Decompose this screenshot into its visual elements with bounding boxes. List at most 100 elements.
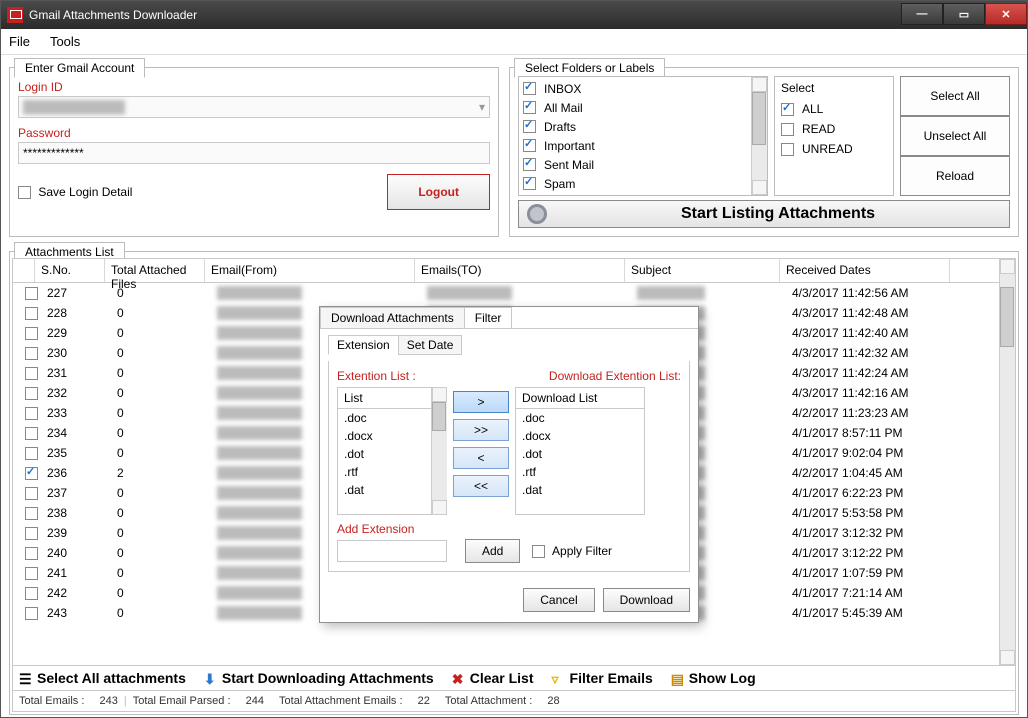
row-checkbox[interactable] [25, 487, 38, 500]
window-title: Gmail Attachments Downloader [29, 8, 197, 22]
row-checkbox[interactable] [25, 447, 38, 460]
start-listing-button[interactable]: Start Listing Attachments [518, 200, 1010, 228]
filter-emails-button[interactable]: ▿ Filter Emails [552, 670, 653, 686]
grid-scrollbar[interactable] [999, 259, 1015, 665]
move-all-left-button[interactable]: << [453, 475, 509, 497]
folder-list[interactable]: INBOXAll MailDraftsImportantSent MailSpa… [518, 76, 768, 196]
unselect-all-button[interactable]: Unselect All [900, 116, 1010, 156]
tab-download-attachments[interactable]: Download Attachments [320, 307, 465, 328]
row-checkbox[interactable] [25, 367, 38, 380]
scroll-up-icon[interactable] [752, 77, 767, 92]
subtab-set-date[interactable]: Set Date [398, 335, 463, 355]
menu-tools[interactable]: Tools [50, 34, 80, 49]
grid-header-row: S.No. Total Attached Files Email(From) E… [13, 259, 1015, 283]
login-id-dropdown[interactable]: ████████████ ▾ [18, 96, 490, 118]
list-item[interactable]: .docx [516, 427, 644, 445]
app-window: Gmail Attachments Downloader — ▭ ✕ File … [0, 0, 1028, 718]
select-item[interactable]: UNREAD [781, 139, 887, 159]
scroll-down-icon[interactable] [752, 180, 767, 195]
folder-item[interactable]: Sent Mail [523, 155, 763, 174]
row-checkbox[interactable] [25, 407, 38, 420]
row-checkbox[interactable] [25, 307, 38, 320]
folder-item[interactable]: INBOX [523, 79, 763, 98]
checkbox-icon [18, 186, 31, 199]
col-to[interactable]: Emails(TO) [415, 259, 625, 282]
subtab-extension[interactable]: Extension [328, 335, 399, 355]
list-item[interactable]: .dat [338, 481, 446, 499]
checkbox-icon [781, 103, 794, 116]
login-id-value: ████████████ [23, 100, 125, 114]
row-checkbox[interactable] [25, 507, 38, 520]
folder-item[interactable]: Important [523, 136, 763, 155]
folder-item[interactable]: All Mail [523, 98, 763, 117]
row-checkbox[interactable] [25, 567, 38, 580]
app-icon [7, 7, 23, 23]
show-log-button[interactable]: ▤ Show Log [671, 670, 756, 686]
row-checkbox[interactable] [25, 327, 38, 340]
row-checkbox[interactable] [25, 607, 38, 620]
row-checkbox[interactable] [25, 547, 38, 560]
move-left-button[interactable]: < [453, 447, 509, 469]
extension-list-label: Extention List : [337, 369, 416, 383]
select-item[interactable]: READ [781, 119, 887, 139]
col-count[interactable]: Total Attached Files [105, 259, 205, 282]
list-item[interactable]: .rtf [338, 463, 446, 481]
row-checkbox[interactable] [25, 467, 38, 480]
list-item[interactable]: .dat [516, 481, 644, 499]
list-item[interactable]: .rtf [516, 463, 644, 481]
apply-filter-checkbox[interactable]: Apply Filter [532, 544, 612, 558]
select-all-attachments-button[interactable]: ☰ Select All attachments [19, 670, 186, 686]
scroll-down-icon[interactable] [1000, 650, 1015, 665]
maximize-button[interactable]: ▭ [943, 3, 985, 25]
select-all-button[interactable]: Select All [900, 76, 1010, 116]
table-row[interactable]: 2270████████████████████████████4/3/2017… [13, 283, 999, 303]
move-right-button[interactable]: > [453, 391, 509, 413]
login-tab[interactable]: Enter Gmail Account [14, 58, 145, 78]
download-listbox[interactable]: Download List .doc.docx.dot.rtf.dat [515, 387, 645, 515]
extlist-scrollbar[interactable] [431, 387, 447, 515]
folders-tab[interactable]: Select Folders or Labels [514, 58, 665, 78]
folder-item[interactable]: Drafts [523, 117, 763, 136]
list-item[interactable]: .dot [338, 445, 446, 463]
select-item[interactable]: ALL [781, 99, 887, 119]
row-checkbox[interactable] [25, 387, 38, 400]
scroll-up-icon[interactable] [1000, 259, 1015, 274]
row-checkbox[interactable] [25, 427, 38, 440]
close-button[interactable]: ✕ [985, 3, 1027, 25]
folder-scrollbar[interactable] [751, 77, 767, 195]
col-sno[interactable]: S.No. [35, 259, 105, 282]
tab-filter[interactable]: Filter [464, 307, 513, 328]
minimize-button[interactable]: — [901, 3, 943, 25]
list-item[interactable]: .doc [516, 409, 644, 427]
row-checkbox[interactable] [25, 347, 38, 360]
log-icon: ▤ [671, 671, 685, 685]
logout-button[interactable]: Logout [387, 174, 490, 210]
reload-button[interactable]: Reload [900, 156, 1010, 196]
list-item[interactable]: .doc [338, 409, 446, 427]
password-input[interactable] [18, 142, 490, 164]
clear-list-button[interactable]: ✖ Clear List [452, 670, 534, 686]
move-all-right-button[interactable]: >> [453, 419, 509, 441]
col-date[interactable]: Received Dates [780, 259, 950, 282]
select-header: Select [781, 81, 887, 95]
checkbox-icon [523, 139, 536, 152]
menu-file[interactable]: File [9, 34, 30, 49]
download-button[interactable]: Download [603, 588, 690, 612]
row-checkbox[interactable] [25, 287, 38, 300]
row-checkbox[interactable] [25, 527, 38, 540]
chevron-down-icon: ▾ [479, 100, 485, 114]
save-login-checkbox[interactable]: Save Login Detail [18, 185, 132, 199]
bottom-toolbar: ☰ Select All attachments ⬇ Start Downloa… [12, 666, 1016, 691]
col-from[interactable]: Email(From) [205, 259, 415, 282]
list-item[interactable]: .docx [338, 427, 446, 445]
download-icon: ⬇ [204, 671, 218, 685]
folder-item[interactable]: Spam [523, 174, 763, 193]
add-extension-input[interactable] [337, 540, 447, 562]
row-checkbox[interactable] [25, 587, 38, 600]
start-download-button[interactable]: ⬇ Start Downloading Attachments [204, 670, 434, 686]
titlebar: Gmail Attachments Downloader — ▭ ✕ [1, 1, 1027, 29]
list-item[interactable]: .dot [516, 445, 644, 463]
add-button[interactable]: Add [465, 539, 520, 563]
cancel-button[interactable]: Cancel [523, 588, 594, 612]
col-subject[interactable]: Subject [625, 259, 780, 282]
